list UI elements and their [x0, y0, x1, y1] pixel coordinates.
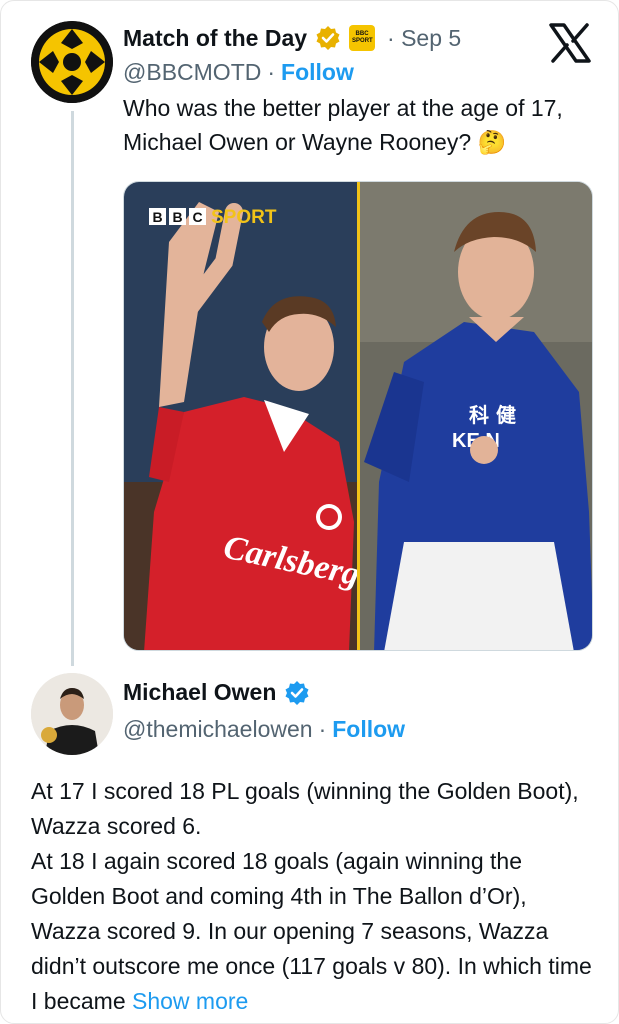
- reply-paragraph: At 17 I scored 18 PL goals (winning the …: [31, 778, 579, 839]
- bbc-sport-badge-text: BBC SPORT: [352, 31, 373, 44]
- reply-author-handle-row: @themichaelowen · Follow: [123, 716, 405, 743]
- owen-rooney-photo: Carlsberg 科 健 KE N B B C SPOR: [124, 182, 592, 650]
- reply-author-handle[interactable]: @themichaelowen: [123, 716, 313, 743]
- reply-paragraph: At 18 I again scored 18 goals (again win…: [31, 844, 601, 1019]
- tweet-text: Who was the better player at the age of …: [123, 95, 563, 155]
- author-name-row: Match of the Day BBC SPORT · Sep 5: [123, 23, 461, 53]
- motd-logo-icon: [31, 21, 113, 103]
- tweet-card: Match of the Day BBC SPORT · Sep 5 @BBCM…: [0, 0, 619, 1024]
- motd-avatar[interactable]: [31, 21, 113, 103]
- follow-button[interactable]: Follow: [281, 59, 354, 86]
- bbc-box-letter-1: B: [152, 209, 162, 225]
- date-separator: ·: [387, 24, 395, 51]
- reply-author-name-row: Michael Owen: [123, 679, 310, 706]
- verified-gold-icon: [315, 25, 341, 51]
- show-more-link[interactable]: Show more: [132, 988, 248, 1014]
- reply-text: At 17 I scored 18 PL goals (winning the …: [31, 774, 601, 1019]
- tweet-media-image[interactable]: Carlsberg 科 健 KE N B B C SPOR: [123, 181, 593, 651]
- owen-portrait-icon: [31, 673, 113, 755]
- michael-owen-avatar[interactable]: [31, 673, 113, 755]
- reply-author-display-name[interactable]: Michael Owen: [123, 679, 276, 706]
- svg-text:科 健: 科 健: [469, 403, 516, 427]
- bbc-sport-badge-icon: BBC SPORT: [349, 25, 376, 51]
- x-logo-icon[interactable]: [549, 23, 591, 63]
- reply-handle-separator: ·: [318, 716, 327, 742]
- verified-blue-icon: [284, 680, 310, 706]
- bbc-sport-word: SPORT: [211, 207, 277, 228]
- author-display-name[interactable]: Match of the Day: [123, 25, 307, 52]
- reply-paragraph-text: At 18 I again scored 18 goals (again win…: [31, 848, 592, 1014]
- thread-connector-line: [71, 111, 74, 666]
- author-handle[interactable]: @BBCMOTD: [123, 59, 261, 86]
- tweet-date-text: Sep 5: [401, 24, 462, 51]
- tweet-date[interactable]: · Sep 5: [387, 25, 461, 52]
- bbc-box-letter-2: B: [172, 209, 182, 225]
- author-handle-row: @BBCMOTD · Follow: [123, 59, 354, 86]
- reply-follow-button[interactable]: Follow: [332, 716, 405, 743]
- bbc-box-letter-3: C: [192, 209, 202, 225]
- handle-separator: ·: [267, 59, 276, 85]
